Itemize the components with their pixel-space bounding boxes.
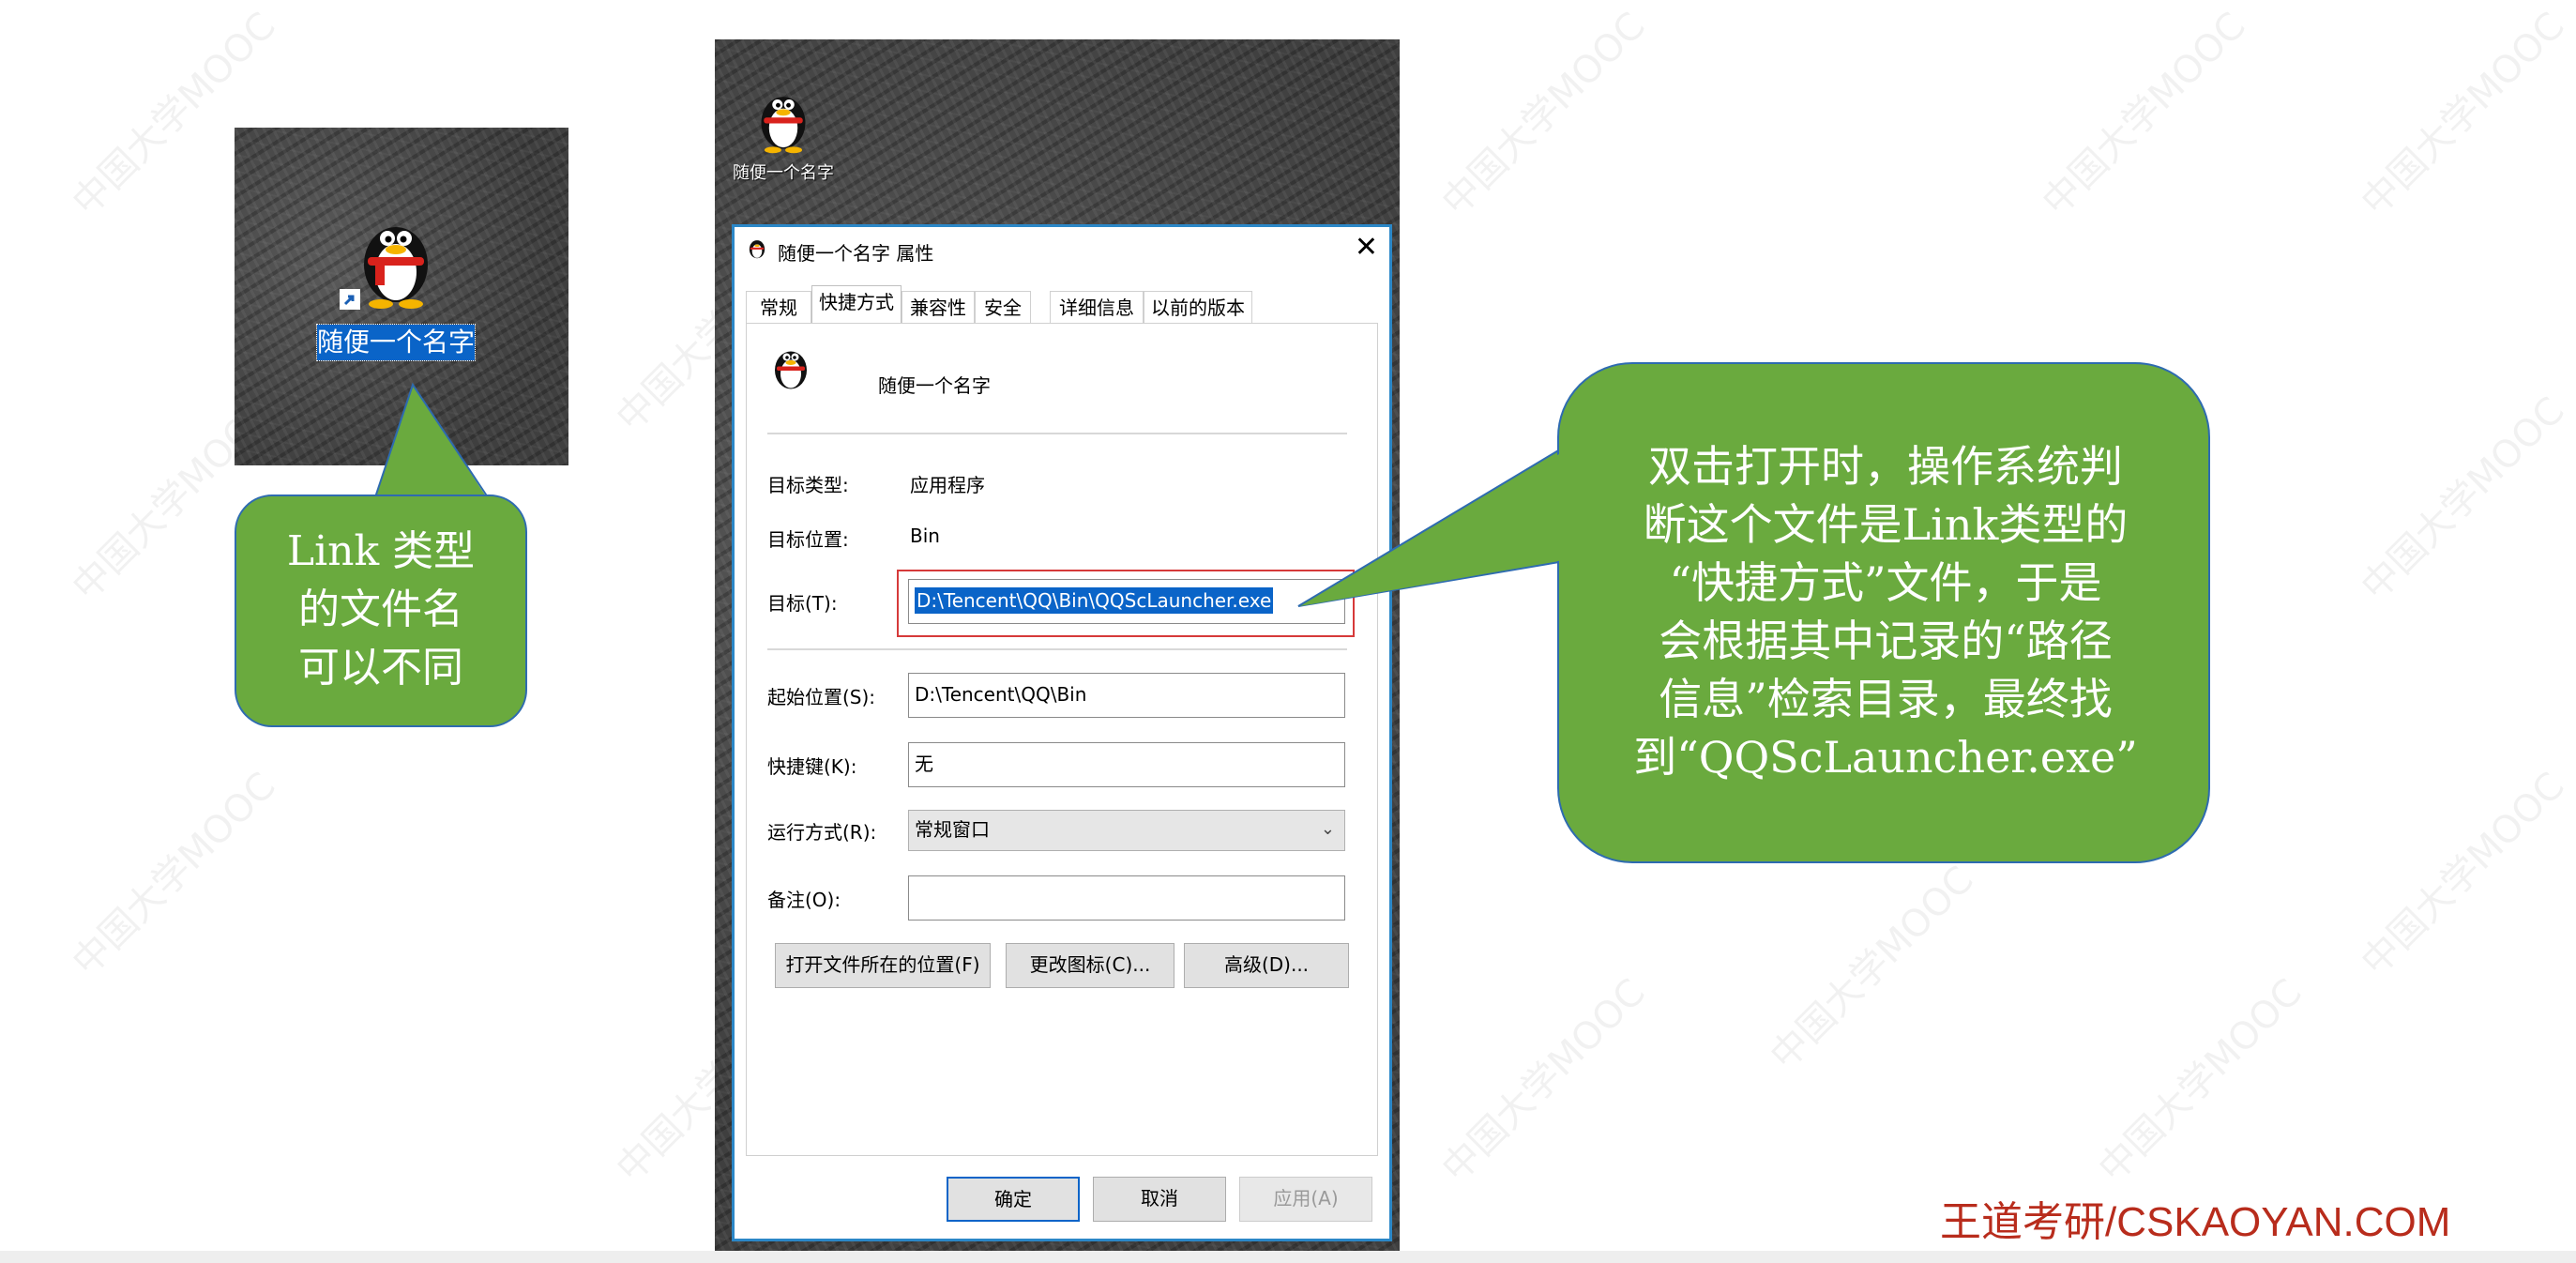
comment-label: 备注(O):	[767, 889, 841, 911]
right-callout-line: 信息”检索目录，最终找	[1659, 674, 2113, 724]
target-location-label: 目标位置:	[767, 528, 849, 551]
close-icon[interactable]: ✕	[1355, 233, 1378, 263]
brand-footer: 王道考研/CSKAOYAN.COM	[1940, 1199, 2451, 1245]
run-select-value: 常规窗口	[915, 818, 990, 841]
chevron-down-icon: ⌄	[1320, 819, 1335, 839]
properties-dialog: 随便一个名字 属性 ✕ 常规 快捷方式 兼容性 安全 详细信息 以前的版本 随便…	[732, 224, 1392, 1241]
run-select[interactable]: 常规窗口 ⌄	[908, 810, 1345, 851]
advanced-button[interactable]: 高级(D)...	[1184, 943, 1349, 988]
bottom-bar	[0, 1251, 2576, 1263]
right-callout: 双击打开时，操作系统判 断这个文件是Link类型的 “快捷方式”文件，于是 会根…	[1557, 362, 2210, 863]
target-value: D:\Tencent\QQ\Bin\QQScLauncher.exe	[915, 587, 1274, 614]
target-field[interactable]: D:\Tencent\QQ\Bin\QQScLauncher.exe	[908, 579, 1345, 624]
run-label: 运行方式(R):	[767, 821, 877, 844]
desktop-shortcut[interactable]: 随便一个名字	[732, 83, 835, 184]
left-callout-line: 可以不同	[298, 644, 463, 692]
watermark: 中国大学MOOC	[1433, 970, 1654, 1192]
hotkey-label: 快捷键(K):	[767, 755, 857, 778]
apply-button[interactable]: 应用(A)	[1239, 1177, 1372, 1222]
tab-compatibility[interactable]: 兼容性	[902, 291, 975, 323]
left-callout-line: 的文件名	[298, 586, 463, 633]
watermark: 中国大学MOOC	[2090, 970, 2311, 1192]
dialog-titlebar: 随便一个名字 属性 ✕	[735, 227, 1389, 272]
divider	[767, 648, 1347, 650]
tab-general[interactable]: 常规	[746, 291, 811, 323]
watermark: 中国大学MOOC	[1433, 4, 1654, 225]
callout-tail	[374, 382, 489, 499]
target-label: 目标(T):	[767, 592, 838, 615]
watermark: 中国大学MOOC	[1762, 858, 1982, 1079]
tab-security[interactable]: 安全	[975, 291, 1031, 323]
qq-penguin-icon	[767, 341, 814, 397]
tab-details[interactable]: 详细信息	[1050, 291, 1144, 323]
change-icon-button[interactable]: 更改图标(C)...	[1006, 943, 1174, 988]
watermark: 中国大学MOOC	[64, 764, 284, 985]
tab-previous-versions[interactable]: 以前的版本	[1144, 291, 1252, 323]
watermark: 中国大学MOOC	[2353, 764, 2573, 985]
right-callout-line: 双击打开时，操作系统判	[1648, 441, 2123, 492]
watermark: 中国大学MOOC	[2353, 388, 2573, 610]
desktop-shortcut-label: 随便一个名字	[733, 163, 834, 183]
ok-button[interactable]: 确定	[947, 1177, 1080, 1222]
start-in-label: 起始位置(S):	[767, 686, 876, 708]
qq-penguin-icon	[746, 235, 768, 266]
right-callout-line: 到“QQScLauncher.exe”	[1633, 732, 2138, 783]
cancel-button[interactable]: 取消	[1093, 1177, 1226, 1222]
tab-shortcut[interactable]: 快捷方式	[811, 285, 902, 324]
watermark: 中国大学MOOC	[2353, 4, 2573, 225]
tab-panel: 随便一个名字 目标类型: 应用程序 目标位置: Bin 目标(T): D:\Te…	[746, 323, 1378, 1156]
divider	[767, 433, 1347, 434]
hotkey-field[interactable]: 无	[908, 742, 1345, 787]
dialog-title: 随便一个名字 属性	[778, 242, 934, 265]
screenshot-panel: 随便一个名字 随便一个名字 属性 ✕ 常规 快捷方式 兼容性 安全 详细信息 以…	[715, 39, 1400, 1255]
target-location-value: Bin	[910, 525, 940, 547]
right-callout-line: 断这个文件是Link类型的	[1643, 499, 2129, 550]
comment-field[interactable]	[908, 875, 1345, 921]
open-file-location-button[interactable]: 打开文件所在的位置(F)	[775, 943, 991, 988]
start-in-field[interactable]: D:\Tencent\QQ\Bin	[908, 673, 1345, 718]
right-callout-line: “快捷方式”文件，于是	[1669, 557, 2102, 608]
left-callout: Link 类型 的文件名 可以不同	[235, 495, 527, 727]
shortcut-name: 随便一个名字	[878, 374, 991, 397]
watermark: 中国大学MOOC	[2034, 4, 2254, 225]
target-type-value: 应用程序	[910, 474, 985, 496]
right-callout-line: 会根据其中记录的“路径	[1659, 616, 2113, 666]
target-type-label: 目标类型:	[767, 474, 849, 496]
qq-penguin-icon	[732, 83, 835, 158]
left-callout-line: Link 类型	[286, 527, 476, 575]
